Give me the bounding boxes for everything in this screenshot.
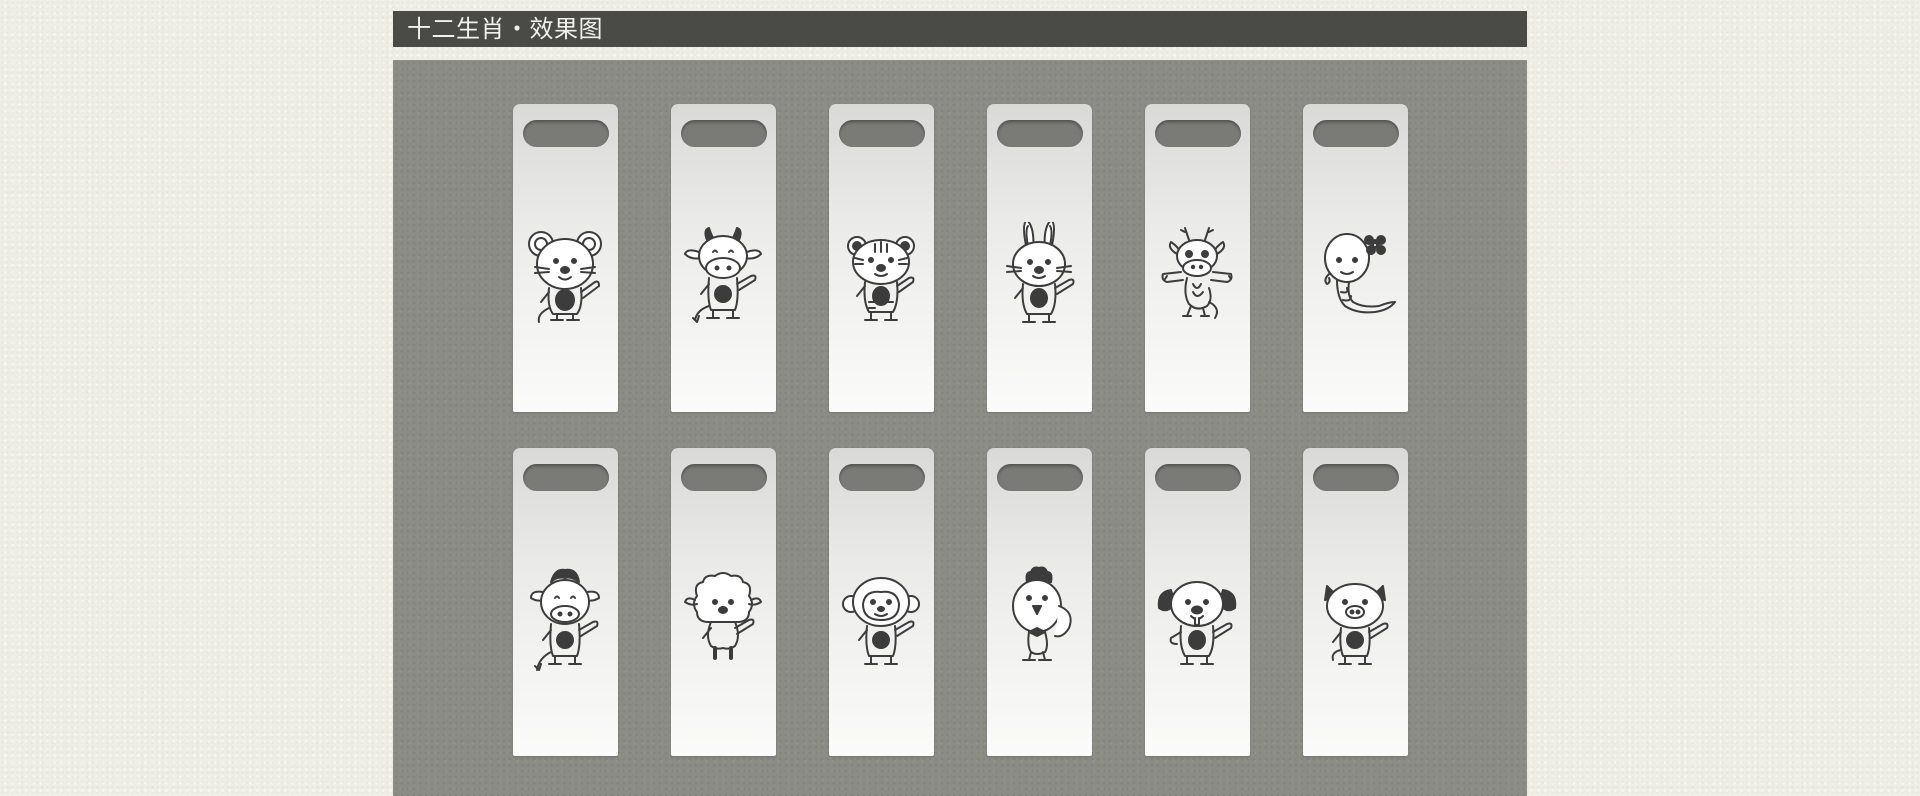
zodiac-tag-tiger [829,104,934,412]
tag-hole [997,120,1083,147]
horse-icon [519,566,611,676]
title-bar: 十二生肖・效果图 [393,11,1527,47]
tag-hole [839,464,925,491]
display-panel [393,60,1527,796]
zodiac-tag-monkey [829,448,934,756]
goat-icon [677,566,769,676]
tag-hole [1155,120,1241,147]
tag-hole [681,464,767,491]
tag-hole [523,120,609,147]
dragon-icon [1151,222,1243,332]
zodiac-tag-dragon [1145,104,1250,412]
zodiac-tag-rooster [987,448,1092,756]
zodiac-tag-dog [1145,448,1250,756]
tag-hole [1313,120,1399,147]
tag-hole [997,464,1083,491]
tiger-icon [835,222,927,332]
rabbit-icon [993,222,1085,332]
zodiac-tag-horse [513,448,618,756]
zodiac-tag-rat [513,104,618,412]
pig-icon [1309,566,1401,676]
zodiac-tag-snake [1303,104,1408,412]
snake-icon [1309,222,1401,332]
tag-hole [523,464,609,491]
zodiac-tag-rabbit [987,104,1092,412]
tag-hole [681,120,767,147]
monkey-icon [835,566,927,676]
tag-hole [1155,464,1241,491]
page-title: 十二生肖・效果图 [407,15,603,43]
rooster-icon [993,566,1085,676]
tag-hole [839,120,925,147]
ox-icon [677,222,769,332]
zodiac-tag-goat [671,448,776,756]
zodiac-tag-pig [1303,448,1408,756]
tag-hole [1313,464,1399,491]
rat-icon [519,222,611,332]
zodiac-tag-ox [671,104,776,412]
dog-icon [1151,566,1243,676]
